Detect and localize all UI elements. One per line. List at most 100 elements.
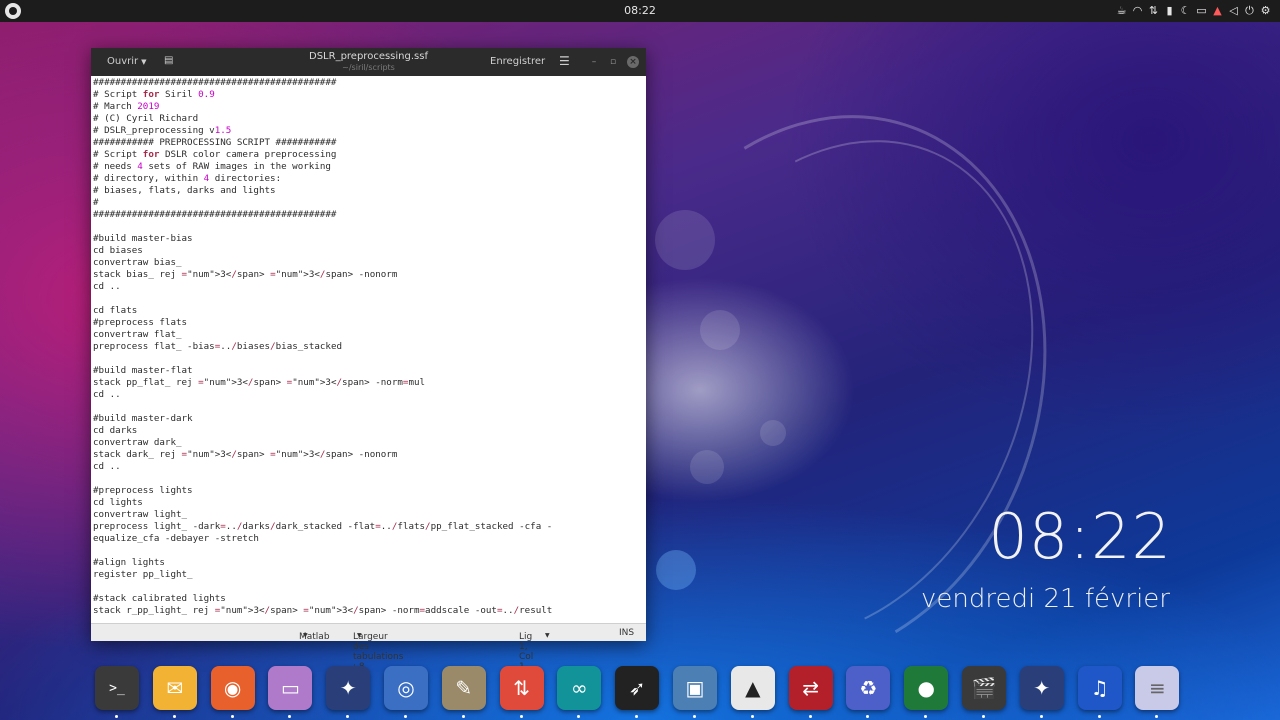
open-button[interactable]: Ouvrir ▼ — [107, 56, 147, 67]
chevron-down-icon: ▼ — [303, 632, 308, 639]
new-document-icon[interactable]: ▤ — [164, 55, 176, 67]
volume-icon[interactable]: ◁ — [1227, 3, 1240, 19]
dock-siril-icon[interactable]: ✦ — [1019, 666, 1064, 710]
dock-video-editor-icon[interactable]: 🎬 — [962, 666, 1006, 710]
code-line[interactable]: # biases, flats, darks and lights — [93, 185, 644, 197]
code-line[interactable]: # March 2019 — [93, 101, 644, 113]
panel-clock[interactable]: 08:22 — [0, 4, 1280, 17]
code-line[interactable]: cd biases — [93, 245, 644, 257]
folder-icon[interactable]: ▭ — [1195, 3, 1208, 19]
minimize-button[interactable]: – — [588, 56, 600, 68]
code-line[interactable] — [93, 293, 644, 305]
code-line[interactable]: cd .. — [93, 461, 644, 473]
dock-camera-icon[interactable]: ◎ — [384, 666, 428, 710]
code-line[interactable]: #build master-flat — [93, 365, 644, 377]
code-line[interactable]: # Script for Siril 0.9 — [93, 89, 644, 101]
dock-running-indicator — [1155, 715, 1159, 718]
hamburger-icon[interactable]: ☰ — [559, 54, 570, 68]
system-tray: ☕ ◠ ⇅ ▮ ☾ ▭ ▲ ◁ ⏻ ⚙ — [1115, 3, 1272, 19]
tea-icon[interactable]: ☕ — [1115, 3, 1128, 19]
dock-running-indicator — [924, 715, 928, 718]
save-button[interactable]: Enregistrer — [490, 56, 545, 67]
text-editor-area[interactable]: ########################################… — [91, 76, 646, 623]
network-icon[interactable]: ⇅ — [1147, 3, 1160, 19]
code-line[interactable]: equalize_cfa -debayer -stretch — [93, 533, 644, 545]
chevron-down-icon: ▼ — [545, 632, 550, 639]
wifi-icon[interactable]: ◠ — [1131, 3, 1144, 19]
dock-radar-icon[interactable]: ● — [904, 666, 949, 710]
battery-icon[interactable]: ▮ — [1163, 3, 1176, 19]
dock-running-indicator — [808, 715, 812, 718]
code-line[interactable]: stack bias_ rej ="num">3</span> ="num">3… — [93, 269, 644, 281]
code-line[interactable]: # (C) Cyril Richard — [93, 113, 644, 125]
maximize-button[interactable]: ▫ — [607, 56, 619, 68]
code-line[interactable]: # needs 4 sets of RAW images in the work… — [93, 161, 644, 173]
dock-mail-icon[interactable]: ✉ — [152, 666, 197, 710]
dock-audacity-icon[interactable]: ♫ — [1077, 666, 1122, 710]
dock-text-editor-icon[interactable]: ≡ — [1135, 666, 1180, 710]
code-line[interactable]: # DSLR_preprocessing v1.5 — [93, 125, 644, 137]
dock-running-indicator — [346, 715, 350, 718]
dock-terminal-icon[interactable]: >_ — [95, 666, 139, 710]
code-line[interactable]: preprocess light_ -dark=../darks/dark_st… — [93, 521, 644, 533]
code-line[interactable]: cd .. — [93, 389, 644, 401]
dock-screen-recorder-icon[interactable]: ▣ — [673, 666, 717, 710]
code-line[interactable]: convertraw dark_ — [93, 437, 644, 449]
dock-filezilla-icon[interactable]: ⇄ — [788, 666, 833, 710]
dock-running-indicator — [750, 715, 754, 718]
code-line[interactable] — [93, 401, 644, 413]
code-line[interactable]: #preprocess lights — [93, 485, 644, 497]
code-line[interactable]: convertraw bias_ — [93, 257, 644, 269]
code-line[interactable] — [93, 545, 644, 557]
top-panel: 08:22 ☕ ◠ ⇅ ▮ ☾ ▭ ▲ ◁ ⏻ ⚙ — [0, 0, 1280, 22]
dock-upload-download-icon[interactable]: ⇅ — [499, 666, 544, 710]
notification-icon[interactable]: ▲ — [1211, 3, 1224, 19]
code-line[interactable]: cd darks — [93, 425, 644, 437]
code-line[interactable] — [93, 221, 644, 233]
code-line[interactable]: #build master-bias — [93, 233, 644, 245]
dock-firefox-icon[interactable]: ◉ — [210, 666, 255, 710]
code-line[interactable]: ########################################… — [93, 209, 644, 221]
code-line[interactable]: cd .. — [93, 281, 644, 293]
code-line[interactable]: stack dark_ rej ="num">3</span> ="num">3… — [93, 449, 644, 461]
open-button-label: Ouvrir — [107, 56, 139, 67]
code-line[interactable]: preprocess flat_ -bias=../biases/bias_st… — [93, 341, 644, 353]
dock-running-indicator — [230, 715, 234, 718]
dock-stellarium-icon[interactable]: ✦ — [326, 666, 371, 710]
code-line[interactable]: # Script for DSLR color camera preproces… — [93, 149, 644, 161]
code-line[interactable]: register pp_light_ — [93, 569, 644, 581]
dock-running-indicator — [461, 715, 465, 718]
code-line[interactable]: ########################################… — [93, 77, 644, 89]
code-line[interactable] — [93, 473, 644, 485]
dock-hawk-icon[interactable]: ➶ — [615, 666, 660, 710]
dock-inkscape-icon[interactable]: ▲ — [730, 666, 775, 710]
dock-running-indicator — [172, 715, 176, 718]
code-line[interactable] — [93, 581, 644, 593]
night-mode-icon[interactable]: ☾ — [1179, 3, 1192, 19]
code-line[interactable]: stack r_pp_light_ rej ="num">3</span> ="… — [93, 605, 644, 617]
code-line[interactable]: convertraw flat_ — [93, 329, 644, 341]
window-subtitle: ~/siril/scripts — [342, 63, 395, 72]
desktop-clock-date: vendredi 21 février — [921, 584, 1170, 614]
code-line[interactable]: #stack calibrated lights — [93, 593, 644, 605]
settings-icon[interactable]: ⚙ — [1259, 3, 1272, 19]
code-line[interactable]: #build master-dark — [93, 413, 644, 425]
code-line[interactable]: cd lights — [93, 497, 644, 509]
code-line[interactable]: # — [93, 197, 644, 209]
code-line[interactable]: stack pp_flat_ rej ="num">3</span> ="num… — [93, 377, 644, 389]
code-line[interactable]: cd flats — [93, 305, 644, 317]
window-title: DSLR_preprocessing.ssf — [309, 51, 428, 62]
dock-gimp-icon[interactable]: ✎ — [441, 666, 486, 710]
code-line[interactable]: #align lights — [93, 557, 644, 569]
dock-recycle-icon[interactable]: ♻ — [846, 666, 891, 710]
code-line[interactable]: convertraw light_ — [93, 509, 644, 521]
close-button[interactable]: × — [627, 56, 639, 68]
code-line[interactable]: #preprocess flats — [93, 317, 644, 329]
dock-files-icon[interactable]: ▭ — [268, 666, 313, 710]
code-line[interactable]: # directory, within 4 directories: — [93, 173, 644, 185]
dock-running-indicator — [693, 715, 696, 718]
dock-arduino-icon[interactable]: ∞ — [557, 666, 602, 710]
power-icon[interactable]: ⏻ — [1243, 3, 1256, 19]
code-line[interactable]: ########### PREPROCESSING SCRIPT #######… — [93, 137, 644, 149]
code-line[interactable] — [93, 353, 644, 365]
